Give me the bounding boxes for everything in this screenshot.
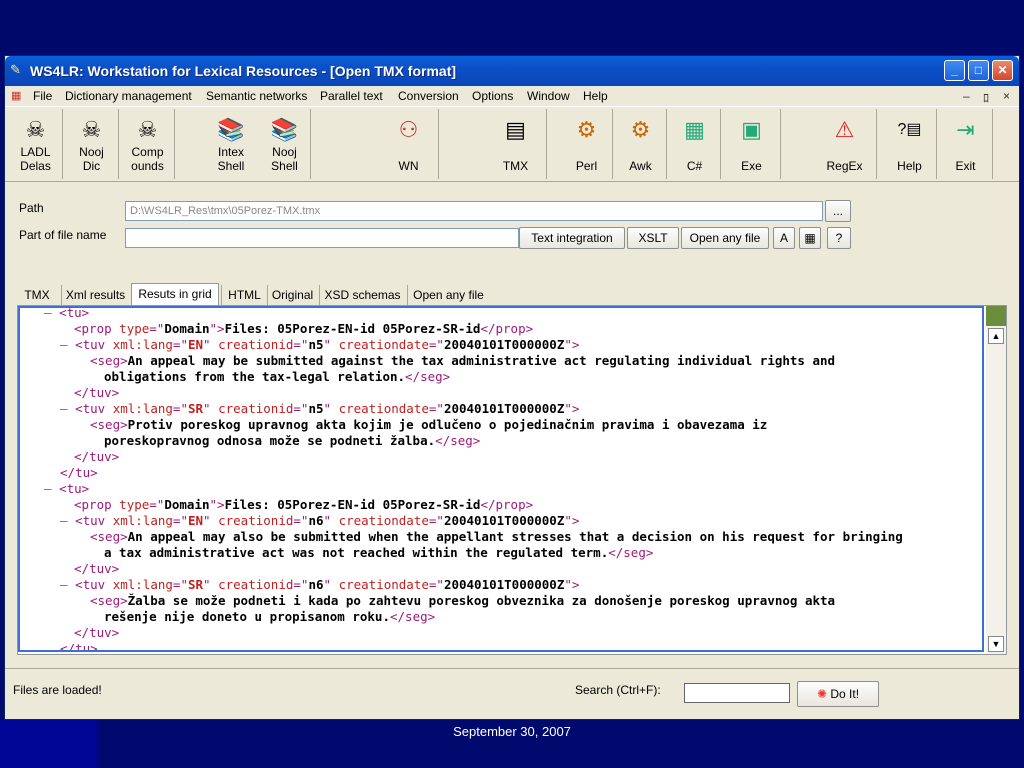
scroll-up-arrow-icon[interactable]: ▲ (988, 328, 1004, 344)
app-window: ✎ WS4LR: Workstation for Lexical Resourc… (4, 55, 1020, 720)
text-integration-button[interactable]: Text integration (519, 227, 625, 249)
csharp-icon: ▦ (684, 117, 705, 142)
search-input[interactable] (684, 683, 790, 703)
network-icon: ⚇ (398, 117, 419, 142)
wn-button[interactable]: ⚇ WN (379, 109, 439, 179)
open-any-file-button[interactable]: Open any file (681, 227, 769, 249)
mdi-close-button[interactable]: × (1003, 89, 1010, 103)
window-title: WS4LR: Workstation for Lexical Resources… (30, 63, 457, 79)
intex-shell-button[interactable]: 📚 Intex Shell (205, 109, 257, 179)
awk-icon: ⚙ (630, 117, 651, 142)
grid-icon: ▦ (804, 231, 816, 245)
slide-header (0, 0, 1024, 52)
browse-button[interactable]: ... (825, 200, 851, 222)
skull-icon: ☠ (137, 117, 158, 142)
document-window-icon[interactable]: ▦ (11, 89, 25, 103)
menu-window[interactable]: Window (527, 89, 570, 103)
xslt-button[interactable]: XSLT (627, 227, 679, 249)
regex-icon: ⚠ (834, 117, 855, 142)
menu-bar: ▦ File Dictionary management Semantic ne… (5, 86, 1019, 106)
menu-semantic-networks[interactable]: Semantic networks (206, 89, 307, 103)
document-icon: ▤ (505, 117, 526, 142)
menu-help[interactable]: Help (583, 89, 608, 103)
nooj-dic-button[interactable]: ☠ Nooj Dic (65, 109, 119, 179)
menu-options[interactable]: Options (472, 89, 513, 103)
perl-icon: ⚙ (576, 117, 597, 142)
help-icon: ?▤ (897, 121, 922, 138)
path-field[interactable]: D:\WS4LR_Res\tmx\05Porez-TMX.tmx (125, 201, 823, 221)
tab-html[interactable]: HTML (221, 285, 267, 305)
nooj-shell-button[interactable]: 📚 Nooj Shell (259, 109, 311, 179)
menu-dictionary-management[interactable]: Dictionary management (65, 89, 192, 103)
menu-file[interactable]: File (33, 89, 52, 103)
exit-icon: ⇥ (956, 117, 975, 142)
mdi-minimize-button[interactable]: – (963, 89, 970, 103)
compounds-button[interactable]: ☠ Comp ounds (121, 109, 175, 179)
awk-button[interactable]: ⚙ Awk (615, 109, 667, 179)
part-of-file-name-input[interactable] (125, 228, 519, 248)
path-label: Path (19, 201, 44, 215)
xml-viewer[interactable]: – <tu> <prop type="Domain">Files: 05Pore… (18, 306, 984, 652)
book-icon: 📚 (270, 117, 299, 142)
close-button[interactable]: ✕ (992, 60, 1013, 81)
status-message: Files are loaded! (13, 683, 102, 697)
question-icon-button[interactable]: ? (827, 227, 851, 249)
exe-button[interactable]: ▣ Exe (723, 109, 781, 179)
results-panel: – <tu> <prop type="Domain">Files: 05Pore… (17, 305, 1007, 655)
skull-icon: ☠ (25, 117, 46, 142)
scrollbar-header (986, 306, 1006, 326)
do-it-button[interactable]: ✺ Do It! (797, 681, 879, 707)
csharp-button[interactable]: ▦ C# (669, 109, 721, 179)
tab-original[interactable]: Original (267, 285, 317, 305)
tmx-button[interactable]: ▤ TMX (485, 109, 547, 179)
mdi-restore-button[interactable]: ﾛ (983, 89, 989, 106)
exe-icon: ▣ (741, 117, 762, 142)
vertical-scrollbar[interactable]: ▲ ▼ (986, 306, 1006, 654)
status-bar: Files are loaded! Search (Ctrl+F): ✺ Do … (5, 668, 1019, 720)
tab-tmx[interactable]: TMX (17, 285, 57, 305)
ladl-delas-button[interactable]: ☠ LADL Delas (9, 109, 63, 179)
perl-button[interactable]: ⚙ Perl (561, 109, 613, 179)
title-bar[interactable]: ✎ WS4LR: Workstation for Lexical Resourc… (5, 56, 1019, 86)
starburst-icon: ✺ (816, 687, 828, 701)
search-label: Search (Ctrl+F): (575, 683, 661, 697)
minimize-button[interactable]: _ (944, 60, 965, 81)
help-button[interactable]: ?▤ Help (883, 109, 937, 179)
part-of-file-name-label: Part of file name (19, 228, 107, 242)
grid-icon-button[interactable]: ▦ (799, 227, 821, 249)
toolbar: ☠ LADL Delas ☠ Nooj Dic ☠ Comp ounds 📚 Intex… (5, 106, 1019, 182)
font-icon-button[interactable]: A (773, 227, 795, 249)
tab-xsd-schemas[interactable]: XSD schemas (319, 285, 405, 305)
question-icon: ? (835, 231, 843, 245)
scroll-down-arrow-icon[interactable]: ▼ (988, 636, 1004, 652)
tab-xml-results[interactable]: Xml results (61, 285, 129, 305)
slide-footer: September 30, 2007 (0, 720, 1024, 768)
tab-open-any-file[interactable]: Open any file (407, 285, 489, 305)
regex-button[interactable]: ⚠ RegEx (813, 109, 877, 179)
tab-resuts-in-grid[interactable]: Resuts in grid (131, 283, 219, 306)
font-icon: A (779, 231, 788, 245)
menu-parallel-text[interactable]: Parallel text (320, 89, 383, 103)
app-pen-icon: ✎ (10, 62, 21, 77)
exit-button[interactable]: ⇥ Exit (939, 109, 993, 179)
footer-date: September 30, 2007 (453, 724, 571, 739)
maximize-button[interactable]: □ (968, 60, 989, 81)
skull-icon: ☠ (81, 117, 102, 142)
book-icon: 📚 (217, 117, 245, 142)
menu-conversion[interactable]: Conversion (398, 89, 459, 103)
